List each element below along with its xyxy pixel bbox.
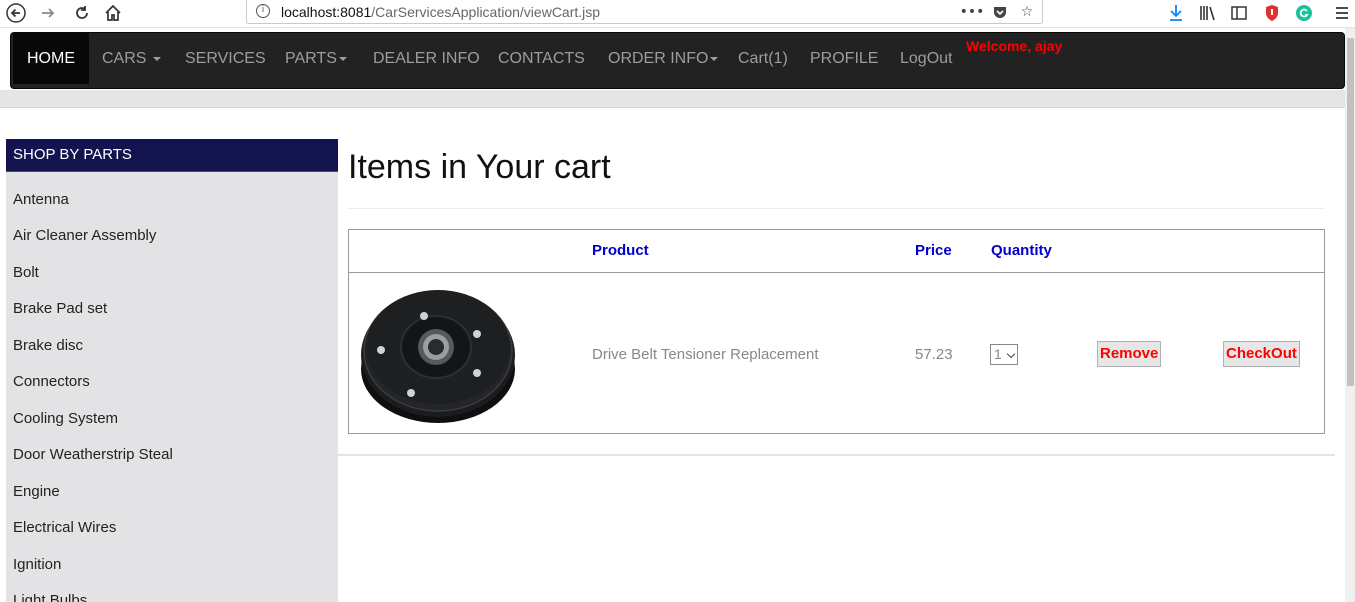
content-divider (338, 454, 1335, 456)
address-bar[interactable]: i localhost:8081/CarServicesApplication/… (246, 0, 1043, 24)
scrollbar-thumb[interactable] (1347, 38, 1354, 386)
url-host: localhost:8081 (281, 4, 372, 20)
checkout-button[interactable]: CheckOut (1223, 341, 1300, 367)
caret-down-icon (710, 56, 719, 61)
menu-icon[interactable] (1332, 3, 1352, 23)
nav-order-info[interactable]: ORDER INFO (608, 33, 719, 84)
column-header-product: Product (592, 242, 649, 259)
sidebar-item-connectors[interactable]: Connectors (13, 373, 90, 390)
nav-order-info-label: ORDER INFO (608, 50, 709, 67)
sidebar-item-door-weatherstrip-steal[interactable]: Door Weatherstrip Steal (13, 446, 173, 463)
quantity-select[interactable]: 1 (990, 344, 1018, 365)
forward-icon[interactable] (36, 2, 60, 24)
sidebar-title: SHOP BY PARTS (6, 139, 338, 172)
welcome-message: Welcome, ajay (966, 38, 1063, 54)
library-icon[interactable] (1198, 3, 1218, 23)
nav-contacts[interactable]: CONTACTS (498, 33, 585, 84)
reload-icon[interactable] (70, 2, 94, 24)
nav-cars-label: CARS (102, 50, 147, 67)
nav-logout[interactable]: LogOut (900, 33, 952, 84)
sidebar-item-brake-pad-set[interactable]: Brake Pad set (13, 300, 107, 317)
product-price: 57.23 (915, 346, 953, 363)
page-scrollbar[interactable] (1345, 28, 1355, 602)
nav-parts-label: PARTS (285, 50, 337, 67)
sidebar-item-cooling-system[interactable]: Cooling System (13, 410, 118, 427)
shield-extension-icon[interactable] (1262, 3, 1282, 23)
caret-down-icon (338, 56, 347, 61)
product-image (358, 281, 518, 426)
browser-toolbar: i localhost:8081/CarServicesApplication/… (0, 0, 1355, 28)
back-icon[interactable] (4, 2, 28, 24)
chevron-down-icon (1006, 349, 1016, 359)
remove-button[interactable]: Remove (1097, 341, 1162, 367)
nav-dealer-info[interactable]: DEALER INFO (373, 33, 480, 84)
product-name: Drive Belt Tensioner Replacement (592, 346, 819, 363)
url-text[interactable]: localhost:8081/CarServicesApplication/vi… (281, 4, 600, 20)
more-actions-icon[interactable]: ••• (960, 3, 985, 21)
sidebar-item-engine[interactable]: Engine (13, 483, 60, 500)
nav-parts[interactable]: PARTS (285, 33, 347, 84)
caret-down-icon (152, 56, 161, 61)
sidebar-item-electrical-wires[interactable]: Electrical Wires (13, 519, 116, 536)
cart-table: Product Price Quantity Drive Belt Tensio… (348, 229, 1325, 434)
sidebar-item-air-cleaner-assembly[interactable]: Air Cleaner Assembly (13, 227, 156, 244)
column-header-price: Price (915, 242, 952, 259)
url-path: /CarServicesApplication/viewCart.jsp (371, 4, 601, 20)
main-navbar: HOME CARS SERVICES PARTS DEALER INFO CON… (10, 32, 1345, 89)
download-icon[interactable] (1166, 3, 1186, 23)
home-icon[interactable] (101, 2, 125, 24)
header-divider (349, 272, 1086, 273)
parts-sidebar: SHOP BY PARTS Antenna Air Cleaner Assemb… (6, 139, 338, 602)
nav-cars[interactable]: CARS (102, 33, 161, 84)
sidebar-item-brake-disc[interactable]: Brake disc (13, 337, 83, 354)
sidebar-item-ignition[interactable]: Ignition (13, 556, 61, 573)
quantity-value: 1 (994, 346, 1002, 362)
nav-home[interactable]: HOME (13, 33, 89, 84)
grammarly-icon[interactable] (1294, 3, 1314, 23)
sidebar-item-light-bulbs[interactable]: Light Bulbs (13, 592, 87, 602)
sidebar-toggle-icon[interactable] (1229, 3, 1249, 23)
bookmark-star-icon[interactable]: ☆ (1018, 3, 1036, 21)
column-header-quantity: Quantity (991, 242, 1052, 259)
sidebar-item-antenna[interactable]: Antenna (13, 191, 69, 208)
header-divider (1086, 272, 1324, 273)
pocket-icon[interactable] (991, 3, 1009, 21)
header-band (0, 90, 1345, 108)
page-title: Items in Your cart (348, 148, 611, 186)
title-divider (348, 208, 1325, 209)
info-icon[interactable]: i (256, 4, 270, 18)
nav-services[interactable]: SERVICES (185, 33, 266, 84)
sidebar-item-bolt[interactable]: Bolt (13, 264, 39, 281)
nav-profile[interactable]: PROFILE (810, 33, 878, 84)
nav-cart[interactable]: Cart(1) (738, 33, 788, 84)
